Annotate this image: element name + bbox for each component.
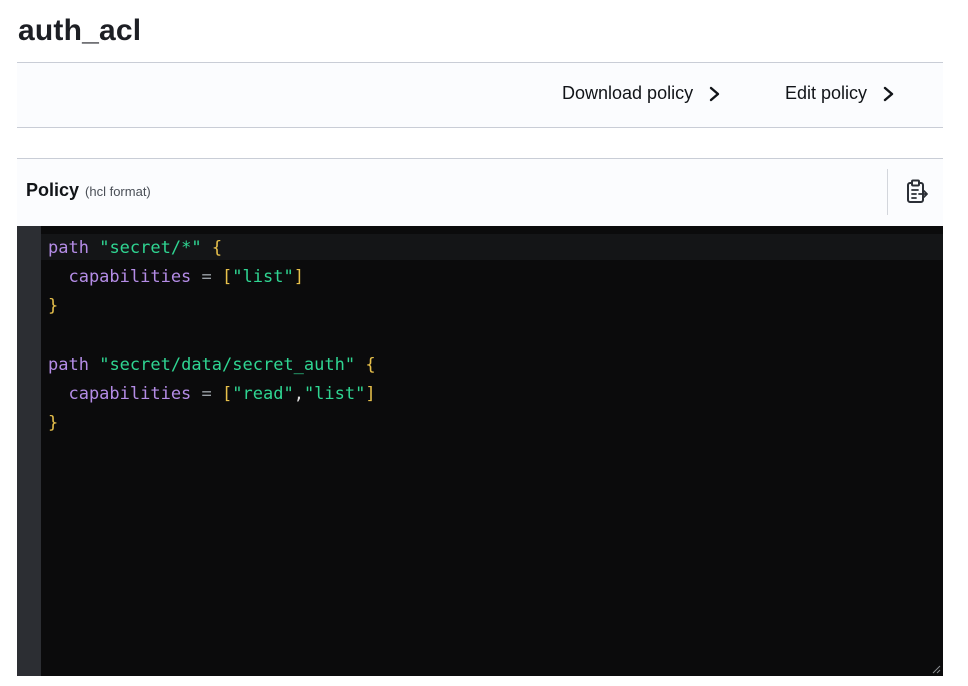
code-token: "list" (232, 267, 294, 288)
code-token: "read" (232, 384, 294, 405)
code-token: [ (222, 267, 233, 288)
code-token: ] (365, 384, 376, 405)
code-line: } (48, 409, 376, 438)
policy-code[interactable]: path "secret/*" { capabilities = ["list"… (48, 234, 376, 438)
code-token: { (211, 238, 223, 258)
edit-policy-label: Edit policy (785, 83, 868, 103)
code-line: capabilities = ["list"] (48, 263, 376, 292)
code-line: path "secret/*" { (48, 234, 376, 263)
code-token: = (191, 384, 223, 405)
policy-code-editor[interactable]: path "secret/*" { capabilities = ["list"… (17, 226, 943, 676)
code-token: "secret/data/secret_auth" (99, 354, 356, 375)
code-token: , (293, 384, 304, 405)
code-token: path (48, 238, 89, 258)
code-line: capabilities = ["read","list"] (48, 380, 376, 409)
policy-toolbar: Download policy Edit policy (17, 62, 943, 128)
code-token: "list" (303, 384, 366, 405)
divider (887, 169, 888, 215)
code-token: ] (293, 267, 304, 288)
download-policy-label: Download policy (562, 83, 694, 103)
code-line: path "secret/data/secret_auth" { (48, 351, 376, 380)
code-token: } (48, 413, 59, 434)
resize-handle-icon[interactable] (931, 664, 941, 674)
policy-format-hint: (hcl format) (85, 184, 151, 199)
chevron-right-icon (883, 86, 894, 101)
code-token: capabilities (48, 384, 192, 405)
code-token: [ (222, 384, 233, 405)
clipboard-copy-icon[interactable] (905, 179, 929, 205)
code-token: "secret/*" (99, 238, 202, 258)
code-token: capabilities (48, 267, 192, 288)
page-title: auth_acl (18, 14, 142, 47)
policy-header: Policy (hcl format) (17, 158, 943, 226)
code-token: } (48, 296, 59, 317)
download-policy-button[interactable]: Download policy (562, 83, 723, 104)
code-token: path (48, 354, 89, 375)
chevron-right-icon (709, 86, 720, 101)
code-token: { (365, 354, 376, 375)
editor-gutter (17, 226, 41, 676)
code-line: } (48, 292, 376, 321)
policy-label: Policy (hcl format) (26, 180, 151, 200)
code-token: = (191, 267, 223, 288)
edit-policy-button[interactable]: Edit policy (785, 83, 897, 104)
